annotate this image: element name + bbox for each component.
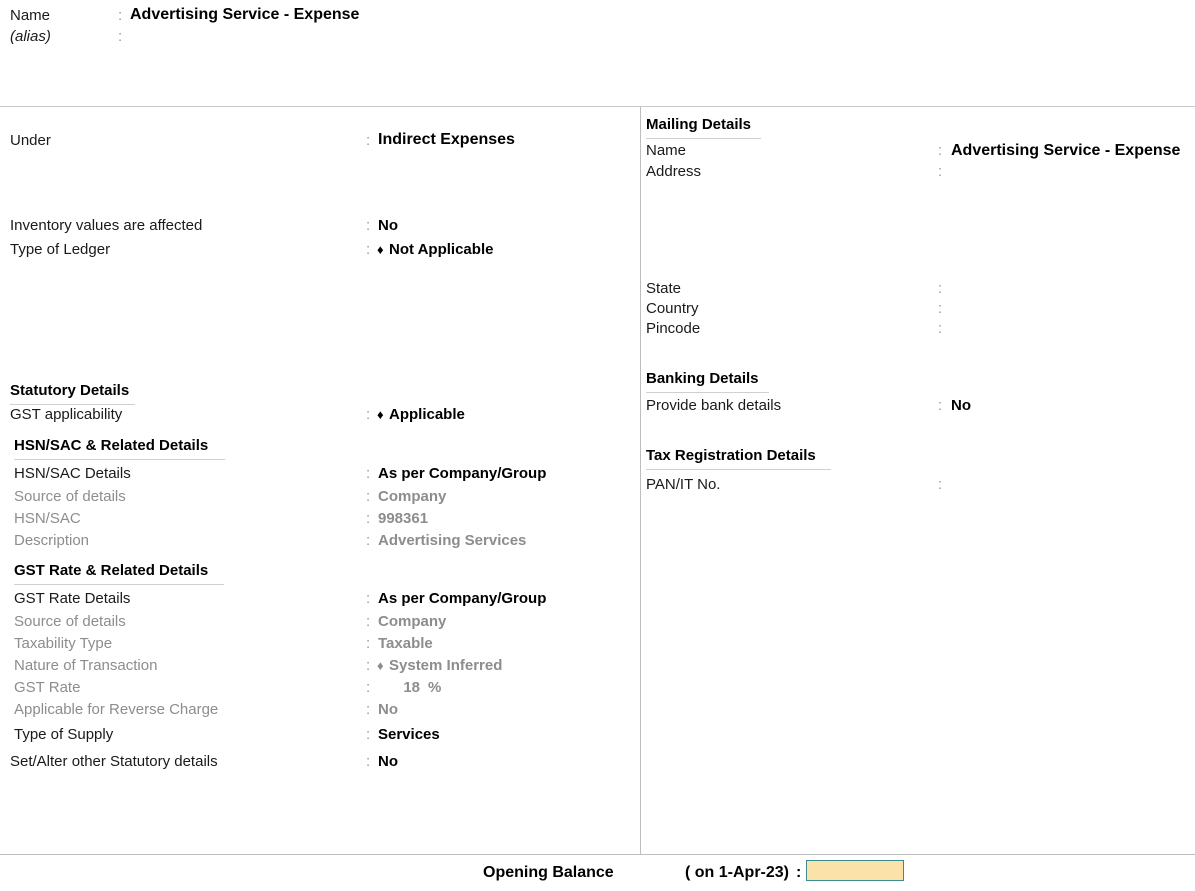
- gst-applicability-label: GST applicability: [10, 406, 123, 423]
- pan-it-no-colon: :: [938, 476, 943, 493]
- under-label: Under: [10, 132, 51, 149]
- provide-bank-details-label: Provide bank details: [646, 397, 782, 414]
- country-label: Country: [646, 300, 699, 317]
- diamond-marker-icon: ♦: [377, 658, 384, 673]
- panel-vertical-divider: [640, 107, 641, 854]
- under-colon: :: [366, 132, 371, 149]
- tax-registration-details-heading: Tax Registration Details: [646, 446, 831, 470]
- inventory-values-label: Inventory values are affected: [10, 217, 203, 234]
- hsn-sac-details-colon: :: [366, 465, 371, 482]
- gst-source-of-details-label: Source of details: [14, 613, 126, 630]
- hsn-sac-details-label: HSN/SAC Details: [14, 465, 131, 482]
- mailing-name-value[interactable]: Advertising Service - Expense: [951, 141, 1180, 161]
- type-of-ledger-label: Type of Ledger: [10, 241, 111, 258]
- gst-rate-unit: %: [428, 679, 442, 696]
- hsn-sac-colon: :: [366, 510, 371, 527]
- inventory-values-value[interactable]: No: [378, 216, 398, 236]
- gst-source-of-details-value: Company: [378, 613, 447, 630]
- pan-it-no-label: PAN/IT No.: [646, 476, 721, 493]
- pincode-label: Pincode: [646, 320, 701, 337]
- gst-rate-number: 18: [403, 679, 420, 696]
- hsn-sac-label: HSN/SAC: [14, 510, 81, 527]
- set-alter-statutory-value[interactable]: No: [378, 752, 398, 772]
- gst-rate-label: GST Rate: [14, 679, 81, 696]
- name-value[interactable]: Advertising Service - Expense: [130, 5, 359, 25]
- opening-balance-colon: :: [796, 864, 802, 881]
- country-colon: :: [938, 300, 943, 317]
- diamond-marker-icon: ♦: [377, 242, 384, 257]
- set-alter-statutory-label: Set/Alter other Statutory details: [10, 753, 218, 770]
- type-of-ledger-colon: :: [366, 241, 371, 258]
- type-of-ledger-value[interactable]: Not Applicable: [389, 240, 493, 260]
- set-alter-statutory-colon: :: [366, 753, 371, 770]
- reverse-charge-colon: :: [366, 701, 371, 718]
- gst-rate-details-value[interactable]: As per Company/Group: [378, 589, 546, 609]
- statutory-details-heading: Statutory Details: [10, 381, 135, 405]
- opening-balance-input-value: [807, 861, 903, 862]
- gst-source-of-details-colon: :: [366, 613, 371, 630]
- taxability-type-label: Taxability Type: [14, 635, 113, 652]
- reverse-charge-label: Applicable for Reverse Charge: [14, 701, 219, 718]
- hsn-source-of-details-label: Source of details: [14, 488, 126, 505]
- nature-of-transaction-colon: :: [366, 657, 371, 674]
- alias-colon: :: [118, 28, 123, 45]
- opening-balance-label: Opening Balance: [483, 864, 614, 881]
- reverse-charge-value: No: [378, 701, 398, 718]
- opening-balance-input[interactable]: [806, 860, 904, 881]
- hsn-sac-details-value[interactable]: As per Company/Group: [378, 464, 546, 484]
- hsn-sac-related-details-heading: HSN/SAC & Related Details: [14, 436, 225, 460]
- hsn-description-colon: :: [366, 532, 371, 549]
- mailing-address-label: Address: [646, 163, 702, 180]
- hsn-description-label: Description: [14, 532, 90, 549]
- provide-bank-details-value[interactable]: No: [951, 396, 971, 416]
- nature-of-transaction-label: Nature of Transaction: [14, 657, 158, 674]
- mailing-details-heading: Mailing Details: [646, 115, 761, 139]
- gst-rate-details-colon: :: [366, 590, 371, 607]
- opening-balance-date: ( on 1-Apr-23): [685, 864, 789, 881]
- mailing-name-colon: :: [938, 142, 943, 159]
- header-divider: [0, 106, 1195, 107]
- name-colon: :: [118, 7, 123, 24]
- state-label: State: [646, 280, 682, 297]
- provide-bank-details-colon: :: [938, 397, 943, 414]
- hsn-description-value: Advertising Services: [378, 532, 527, 549]
- diamond-marker-icon: ♦: [377, 407, 384, 422]
- taxability-type-value: Taxable: [378, 635, 433, 652]
- taxability-type-colon: :: [366, 635, 371, 652]
- gst-rate-colon: :: [366, 679, 371, 696]
- state-colon: :: [938, 280, 943, 297]
- type-of-supply-value[interactable]: Services: [378, 725, 440, 745]
- hsn-source-of-details-colon: :: [366, 488, 371, 505]
- hsn-source-of-details-value: Company: [378, 488, 447, 505]
- inventory-values-colon: :: [366, 217, 371, 234]
- footer-divider: [0, 854, 1195, 855]
- mailing-name-label: Name: [646, 142, 687, 159]
- gst-rate-details-label: GST Rate Details: [14, 590, 131, 607]
- gst-applicability-colon: :: [366, 406, 371, 423]
- hsn-sac-value: 998361: [378, 510, 429, 527]
- alias-label: (alias): [10, 28, 51, 45]
- name-label: Name: [10, 7, 51, 24]
- under-value[interactable]: Indirect Expenses: [378, 130, 515, 150]
- mailing-address-colon: :: [938, 163, 943, 180]
- gst-applicability-value[interactable]: Applicable: [389, 405, 465, 425]
- type-of-supply-colon: :: [366, 726, 371, 743]
- gst-rate-related-details-heading: GST Rate & Related Details: [14, 561, 224, 585]
- banking-details-heading: Banking Details: [646, 369, 769, 393]
- nature-of-transaction-value: System Inferred: [389, 657, 503, 674]
- ledger-master-screen: Name : Advertising Service - Expense (al…: [0, 0, 1195, 891]
- pincode-colon: :: [938, 320, 943, 337]
- type-of-supply-label: Type of Supply: [14, 726, 114, 743]
